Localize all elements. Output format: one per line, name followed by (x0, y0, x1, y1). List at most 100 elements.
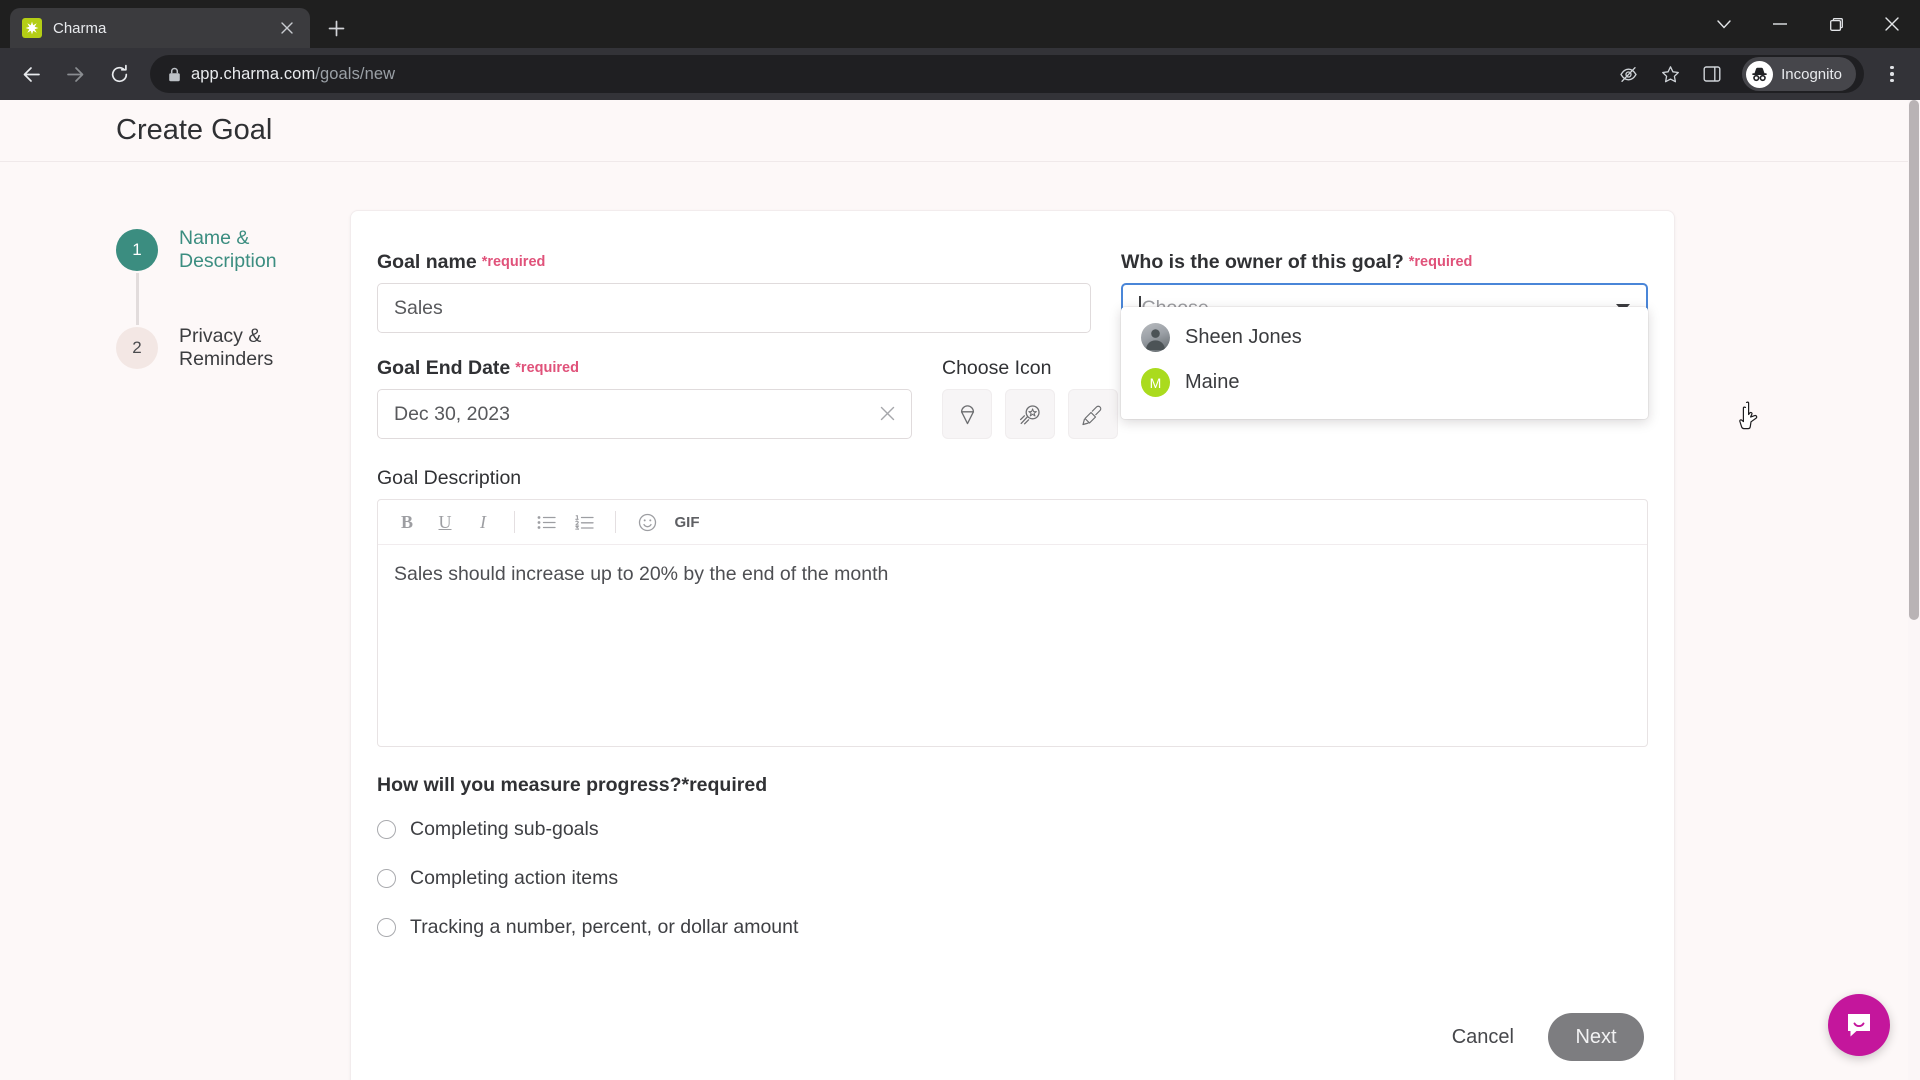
page-scrollbar[interactable] (1908, 100, 1920, 1080)
goal-name-field: Goal name *required (377, 251, 1091, 333)
step-number: 2 (116, 327, 158, 369)
profile-chip[interactable]: Incognito (1742, 57, 1856, 91)
form-footer: Cancel Next (351, 985, 1674, 1080)
page-header: Create Goal (0, 100, 1908, 162)
radio-tracking-number[interactable]: Tracking a number, percent, or dollar am… (377, 903, 1648, 952)
browser-window: Charma app.charma.com/goals/new Incognit… (0, 0, 1920, 1080)
stepper-connector (136, 273, 139, 325)
goal-form-card: Goal name*required Who is the owner of t… (350, 210, 1675, 1080)
required-marker: *required (515, 360, 579, 376)
italic-icon[interactable]: I (466, 505, 500, 539)
required-marker: *required (481, 254, 546, 270)
url-path: /goals/new (315, 64, 396, 83)
step-label: Name & Description (179, 227, 277, 272)
goal-name-input[interactable] (377, 283, 1091, 333)
eye-crossed-icon[interactable] (1612, 58, 1644, 90)
rich-text-editor: B U I GIF Sales should increase up to 20… (377, 499, 1648, 747)
goal-owner-label: Who is the owner of this goal? *required (1121, 251, 1473, 273)
goal-description-block: Goal Description B U I GIF Sales should … (377, 467, 1648, 747)
side-panel-icon[interactable] (1696, 58, 1728, 90)
radio-button[interactable] (377, 918, 396, 937)
goal-owner-field: Who is the owner of this goal? *required … (1121, 251, 1648, 419)
measure-progress-label: How will you measure progress?*required (377, 774, 768, 796)
tab-title: Charma (53, 19, 107, 37)
close-icon[interactable] (880, 404, 895, 425)
ice-cream-cone-icon[interactable] (942, 389, 992, 439)
bulleted-list-icon[interactable] (529, 505, 563, 539)
stepper-step-name-description[interactable]: 1 Name & Description (116, 227, 350, 273)
intercom-chat-icon[interactable] (1828, 994, 1890, 1056)
close-icon[interactable] (276, 17, 298, 39)
scrollbar-thumb[interactable] (1909, 100, 1919, 620)
page-viewport: Create Goal 1 Name & Description 2 Priva… (0, 100, 1920, 1080)
charma-starburst-icon (22, 18, 42, 38)
choose-icon-field: Choose Icon (942, 357, 1118, 439)
radio-completing-sub-goals[interactable]: Completing sub-goals (377, 805, 1648, 854)
required-marker: *required (681, 774, 768, 796)
goal-end-date-label: Goal End Date *required (377, 357, 579, 379)
choose-icon-label: Choose Icon (942, 357, 1052, 379)
page-title: Create Goal (116, 114, 273, 146)
minimize-icon[interactable] (1752, 0, 1808, 48)
stepper-step-privacy-reminders[interactable]: 2 Privacy & Reminders (116, 325, 350, 371)
comet-icon[interactable] (1005, 389, 1055, 439)
radio-label: Completing action items (410, 867, 619, 889)
forward-arrow-icon (54, 53, 96, 95)
url-domain: app.charma.com (191, 64, 316, 83)
user-photo-icon (1141, 323, 1170, 352)
measure-progress-block: How will you measure progress?*required … (377, 774, 1648, 952)
form-row-name-owner: Goal name*required Who is the owner of t… (377, 251, 1648, 419)
bold-icon[interactable]: B (390, 505, 424, 539)
reload-icon[interactable] (98, 53, 140, 95)
address-bar[interactable]: app.charma.com/goals/new Incognito (150, 55, 1864, 93)
back-arrow-icon[interactable] (10, 53, 52, 95)
avatar-initial: M (1141, 368, 1170, 397)
incognito-icon (1746, 60, 1774, 88)
page-content: Create Goal 1 Name & Description 2 Priva… (0, 100, 1908, 1080)
step-number: 1 (116, 229, 158, 271)
paint-brush-icon[interactable] (1068, 389, 1118, 439)
toolbar-divider (615, 511, 616, 533)
toolbar-divider (514, 511, 515, 533)
radio-completing-action-items[interactable]: Completing action items (377, 854, 1648, 903)
dropdown-option-label: Maine (1185, 371, 1240, 393)
icon-options (942, 389, 1118, 439)
next-button[interactable]: Next (1548, 1013, 1644, 1061)
plus-icon[interactable] (318, 10, 354, 46)
main-content: 1 Name & Description 2 Privacy & Reminde… (0, 162, 1908, 1080)
close-icon[interactable] (1864, 0, 1920, 48)
goal-end-date-input[interactable]: Dec 30, 2023 (377, 389, 912, 439)
dropdown-option-label: Sheen Jones (1185, 326, 1302, 348)
three-dots-icon[interactable] (1874, 54, 1910, 94)
goal-description-label: Goal Description (377, 467, 522, 489)
radio-button[interactable] (377, 869, 396, 888)
gif-icon[interactable]: GIF (668, 505, 706, 539)
tab-strip: Charma (0, 0, 1920, 48)
step-label: Privacy & Reminders (179, 325, 274, 370)
goal-owner-dropdown: Sheen Jones M Maine (1121, 307, 1648, 419)
wizard-stepper: 1 Name & Description 2 Privacy & Reminde… (0, 210, 350, 1080)
dropdown-option-maine[interactable]: M Maine (1121, 360, 1648, 405)
profile-label: Incognito (1781, 65, 1842, 83)
emoji-icon[interactable] (630, 505, 664, 539)
browser-tab[interactable]: Charma (10, 8, 310, 48)
goal-name-label: Goal name *required (377, 251, 546, 273)
browser-toolbar: app.charma.com/goals/new Incognito (0, 48, 1920, 100)
radio-label: Completing sub-goals (410, 818, 599, 840)
maximize-icon[interactable] (1808, 0, 1864, 48)
chevron-down-icon[interactable] (1696, 0, 1752, 48)
goal-end-date-field: Goal End Date *required Dec 30, 2023 (377, 357, 912, 439)
radio-button[interactable] (377, 820, 396, 839)
lock-icon (168, 67, 181, 82)
dropdown-option-sheen-jones[interactable]: Sheen Jones (1121, 315, 1648, 360)
editor-toolbar: B U I GIF (378, 500, 1647, 545)
goal-description-input[interactable]: Sales should increase up to 20% by the e… (378, 545, 1647, 746)
radio-label: Tracking a number, percent, or dollar am… (410, 916, 799, 938)
star-icon[interactable] (1654, 58, 1686, 90)
required-marker: *required (1408, 254, 1473, 270)
goal-end-date-value: Dec 30, 2023 (394, 402, 511, 425)
numbered-list-icon[interactable] (567, 505, 601, 539)
url-text: app.charma.com/goals/new (191, 65, 1602, 84)
underline-icon[interactable]: U (428, 505, 462, 539)
cancel-button[interactable]: Cancel (1452, 1026, 1514, 1049)
